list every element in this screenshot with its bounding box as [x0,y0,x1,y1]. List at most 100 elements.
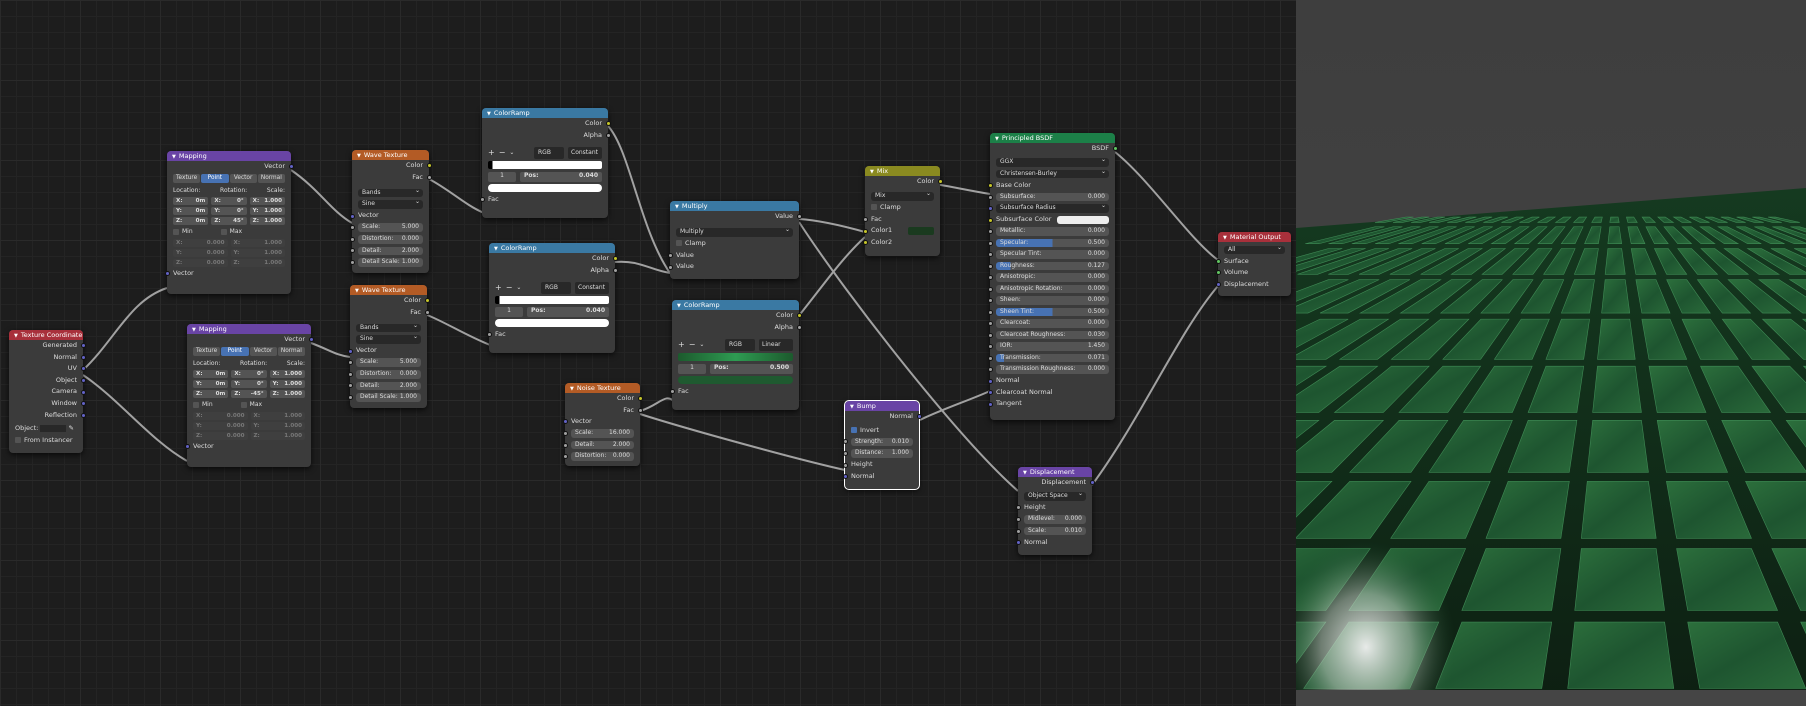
socket-vector-in[interactable]: Vector [349,210,429,222]
subsurface-method-dropdown[interactable]: Christensen-Burley [996,168,1109,179]
wave-profile-dropdown[interactable]: Sine [356,333,421,344]
transmission-roughness-field[interactable]: Transmission Roughness: 0.000 [996,365,1109,374]
socket-uv[interactable]: UV [9,363,86,375]
scale-field[interactable]: Scale: 0.010 [1024,526,1086,536]
stop-color-swatch[interactable] [495,318,609,327]
ramp-gradient[interactable] [495,295,609,304]
socket-fac-in[interactable]: Fac [479,194,608,206]
anisotropic-rotation-field[interactable]: Anisotropic Rotation: 0.000 [996,284,1109,294]
subsurface-color-swatch[interactable] [1057,216,1109,225]
socket-object[interactable]: Object [9,375,86,387]
color-mode-dropdown[interactable]: RGB [725,339,755,351]
roughness-field[interactable]: Roughness: 0.127 [996,261,1109,271]
socket-normal-in[interactable]: Normal [1015,537,1092,549]
interpolation-dropdown[interactable]: Constant [568,147,602,159]
socket-vector-out[interactable]: Vector [187,334,314,346]
socket-color2-in[interactable]: Color2 [862,237,940,249]
socket-normal-out[interactable]: Normal [845,411,922,423]
node-displacement[interactable]: ▼ Displacement Displacement Object Space … [1015,467,1095,555]
distortion-field[interactable]: Distortion: 0.000 [571,452,634,461]
ior-field[interactable]: IOR: 1.450 [996,342,1109,351]
socket-vector-in[interactable]: Vector [164,268,291,280]
chevron-down-icon[interactable]: ⌄ [516,282,521,294]
object-picker-icon[interactable] [40,424,67,432]
object-field[interactable]: Object: ✎ [9,423,83,435]
clamp-checkbox[interactable]: Clamp [865,202,940,214]
metallic-field[interactable]: Metallic: 0.000 [996,227,1109,236]
mapping-row-z[interactable]: Z: 0m Z: 45° Z: 1.000 [173,217,285,226]
stop-color-swatch[interactable] [488,183,602,192]
eyedropper-icon[interactable]: ✎ [66,424,74,432]
node-multiply[interactable]: ▼Multiply Value Multiply Clamp Value Val… [667,201,802,279]
interpolation-dropdown[interactable]: Linear [759,339,793,351]
math-operation-dropdown[interactable]: Multiply [676,226,793,237]
scale-field[interactable]: Scale: 5.000 [356,358,421,367]
socket-vector-in[interactable]: Vector [184,441,311,453]
node-colorramp-2[interactable]: ▼ ColorRamp Color Alpha + − ⌄ RGB Constant … [486,243,618,353]
socket-vector-in[interactable]: Vector [562,416,640,428]
target-dropdown[interactable]: All [1224,244,1285,254]
add-stop-icon[interactable]: + [488,147,495,159]
strength-field[interactable]: Strength: 0.010 [851,437,913,447]
socket-fac-out[interactable]: Fac [350,307,430,319]
midlevel-field[interactable]: Midlevel: 0.000 [1024,515,1086,524]
socket-vector-in[interactable]: Vector [347,345,427,357]
remove-stop-icon[interactable]: − [689,339,696,351]
blend-mode-dropdown[interactable]: Mix [871,190,934,201]
space-dropdown[interactable]: Object Space [1024,490,1086,501]
socket-fac-out[interactable]: Fac [352,172,432,184]
ramp-gradient[interactable] [488,160,602,169]
socket-fac-out[interactable]: Fac [565,405,643,417]
socket-clearcoat-normal-in[interactable]: Clearcoat Normal [987,387,1115,399]
mapping-type-tabs[interactable]: Texture Point Vector Normal [173,174,285,183]
wave-type-dropdown[interactable]: Bands [356,322,421,333]
node-wave-texture-1[interactable]: ▼Wave Texture Color Fac Bands Sine Vecto… [349,150,432,273]
mapping-row-x[interactable]: X: 0m X: 0° X: 1.000 [173,197,285,206]
sheen-tint-field[interactable]: Sheen Tint: 0.500 [996,307,1109,317]
node-colorramp-3[interactable]: ▼ ColorRamp Color Alpha + − ⌄ RGB Linear 1P… [669,300,802,410]
socket-color-out[interactable]: Color [350,295,430,307]
socket-camera[interactable]: Camera [9,386,86,398]
socket-vector-out[interactable]: Vector [167,161,294,173]
from-instancer-checkbox[interactable]: From Instancer [9,435,83,447]
wave-profile-dropdown[interactable]: Sine [358,198,423,209]
socket-fac-in[interactable]: Fac [486,329,615,341]
socket-surface-in[interactable]: Surface [1215,256,1291,268]
node-bump[interactable]: ▼ Bump Normal Invert Strength: 0.010 Dista… [842,400,922,490]
socket-displacement-in[interactable]: Displacement [1215,279,1291,291]
color-mode-dropdown[interactable]: RGB [534,147,564,159]
socket-color-out[interactable]: Color [865,176,943,188]
socket-alpha-out[interactable]: Alpha [672,322,802,334]
specular-field[interactable]: Specular: 0.500 [996,238,1109,248]
detail-field[interactable]: Detail: 2.000 [358,246,423,256]
remove-stop-icon[interactable]: − [506,282,513,294]
socket-value-out[interactable]: Value [670,211,802,223]
socket-height-in[interactable]: Height [1015,502,1092,514]
distribution-dropdown[interactable]: GGX [996,156,1109,167]
socket-fac-in[interactable]: Fac [669,386,799,398]
add-stop-icon[interactable]: + [495,282,502,294]
detail-field[interactable]: Detail: 2.000 [571,440,634,450]
node-principled-bsdf[interactable]: ▼Principled BSDF BSDF GGX Christensen-Bu… [987,133,1118,420]
ramp-gradient[interactable] [678,352,793,361]
detail-scale-field[interactable]: Detail Scale: 1.000 [358,258,423,267]
node-wave-texture-2[interactable]: ▼Wave Texture Color Fac Bands Sine Vecto… [347,285,430,408]
node-colorramp-1[interactable]: ▼ ColorRamp Color Alpha + − ⌄ RGB Constant … [479,108,611,218]
mapping-row-x[interactable]: X: 0m X: 0° X: 1.000 [193,370,305,379]
subsurface-color-field[interactable]: Subsurface Color [987,214,1115,226]
node-editor[interactable]: ▼ Texture Coordinate Generated Normal UV … [0,0,1296,706]
clearcoat-roughness-field[interactable]: Clearcoat Roughness: 0.030 [996,330,1109,340]
socket-window[interactable]: Window [9,398,86,410]
3d-viewport-render[interactable] [1296,0,1806,706]
add-stop-icon[interactable]: + [678,339,685,351]
socket-height-in[interactable]: Height [842,459,919,471]
distance-field[interactable]: Distance: 1.000 [851,449,913,458]
scale-field[interactable]: Scale: 16.000 [571,429,634,438]
socket-value-in-2[interactable]: Value [667,261,799,273]
node-texture-coordinate[interactable]: ▼ Texture Coordinate Generated Normal UV … [9,330,86,453]
socket-color1-in[interactable]: Color1 [862,225,940,237]
anisotropic-field[interactable]: Anisotropic: 0.000 [996,273,1109,282]
subsurface-field[interactable]: Subsurface: 0.000 [996,192,1109,202]
stop-color-swatch[interactable] [678,375,793,384]
socket-base-color[interactable]: Base Color [987,180,1115,192]
